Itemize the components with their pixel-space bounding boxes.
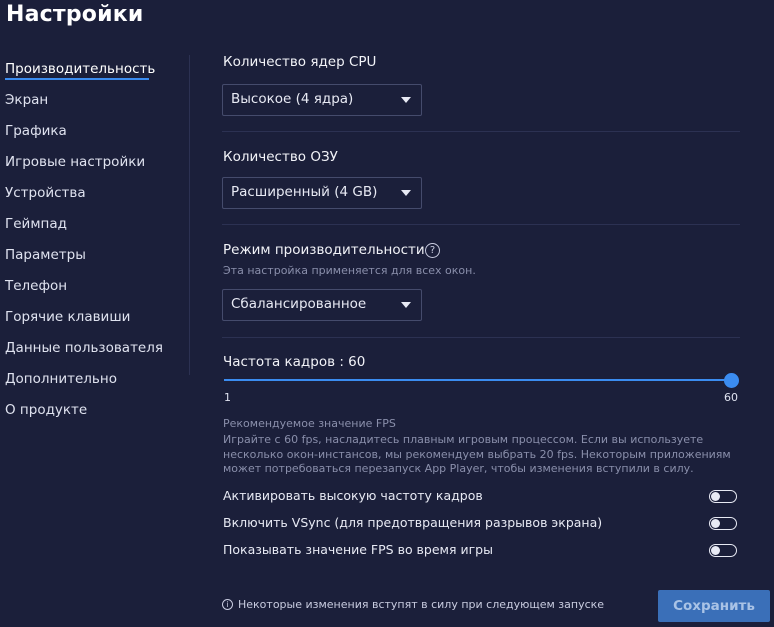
performance-mode-label: Режим производительности [223,242,425,258]
section-divider [222,337,740,338]
cpu-cores-label: Количество ядер CPU [223,54,377,70]
sidebar-item-performance[interactable]: Производительность [5,61,155,77]
ram-label: Количество ОЗУ [223,149,338,165]
vsync-label: Включить VSync (для предотвращения разры… [223,515,603,530]
sidebar-item-devices[interactable]: Устройства [5,185,86,201]
chevron-down-icon [401,97,411,103]
chevron-down-icon [401,302,411,308]
sidebar-item-graphics[interactable]: Графика [5,123,67,139]
fps-slider-track[interactable] [224,379,733,381]
sidebar-item-preferences[interactable]: Параметры [5,247,86,263]
toggle-knob [711,546,720,555]
performance-mode-value: Сбалансированное [231,296,367,312]
ram-value: Расширенный (4 GB) [231,184,378,200]
chevron-down-icon [401,190,411,196]
ram-select[interactable]: Расширенный (4 GB) [222,177,422,209]
section-divider [222,224,740,225]
fps-recommend-title: Рекомендуемое значение FPS [223,417,396,430]
sidebar-item-gamepad[interactable]: Геймпад [5,216,67,232]
info-icon: i [222,599,233,610]
sidebar-item-advanced[interactable]: Дополнительно [5,371,117,387]
cpu-cores-select[interactable]: Высокое (4 ядра) [222,84,422,116]
fps-label: Частота кадров : 60 [223,354,366,370]
sidebar-item-screen[interactable]: Экран [5,92,48,108]
fps-recommend-text: Играйте с 60 fps, насладитесь плавным иг… [223,433,731,475]
high-fps-toggle[interactable] [709,490,737,503]
vsync-toggle[interactable] [709,517,737,530]
toggle-knob [711,492,720,501]
toggle-knob [711,519,720,528]
show-fps-toggle[interactable] [709,544,737,557]
section-divider [222,131,740,132]
fps-max-label: 60 [724,391,738,404]
fps-slider-handle[interactable] [724,373,739,388]
help-icon[interactable]: ? [425,243,440,258]
show-fps-label: Показывать значение FPS во время игры [223,542,493,557]
sidebar-divider [189,55,190,375]
restart-note-text: Некоторые изменения вступят в силу при с… [238,598,605,611]
high-fps-label: Активировать высокую частоту кадров [223,488,483,503]
restart-note: i Некоторые изменения вступят в силу при … [222,598,604,611]
cpu-cores-value: Высокое (4 ядра) [231,91,354,107]
fps-min-label: 1 [224,391,231,404]
active-nav-indicator [5,78,149,80]
performance-mode-select[interactable]: Сбалансированное [222,289,422,321]
sidebar-item-shortcuts[interactable]: Горячие клавиши [5,309,130,325]
sidebar-item-game-settings[interactable]: Игровые настройки [5,154,145,170]
performance-mode-note: Эта настройка применяется для всех окон. [223,264,476,277]
sidebar-item-phone[interactable]: Телефон [5,278,67,294]
save-button[interactable]: Сохранить [658,590,770,622]
sidebar-item-about[interactable]: О продукте [5,402,87,418]
sidebar-item-user-data[interactable]: Данные пользователя [5,340,163,356]
sidebar: Производительность Экран Графика Игровые… [0,0,190,627]
